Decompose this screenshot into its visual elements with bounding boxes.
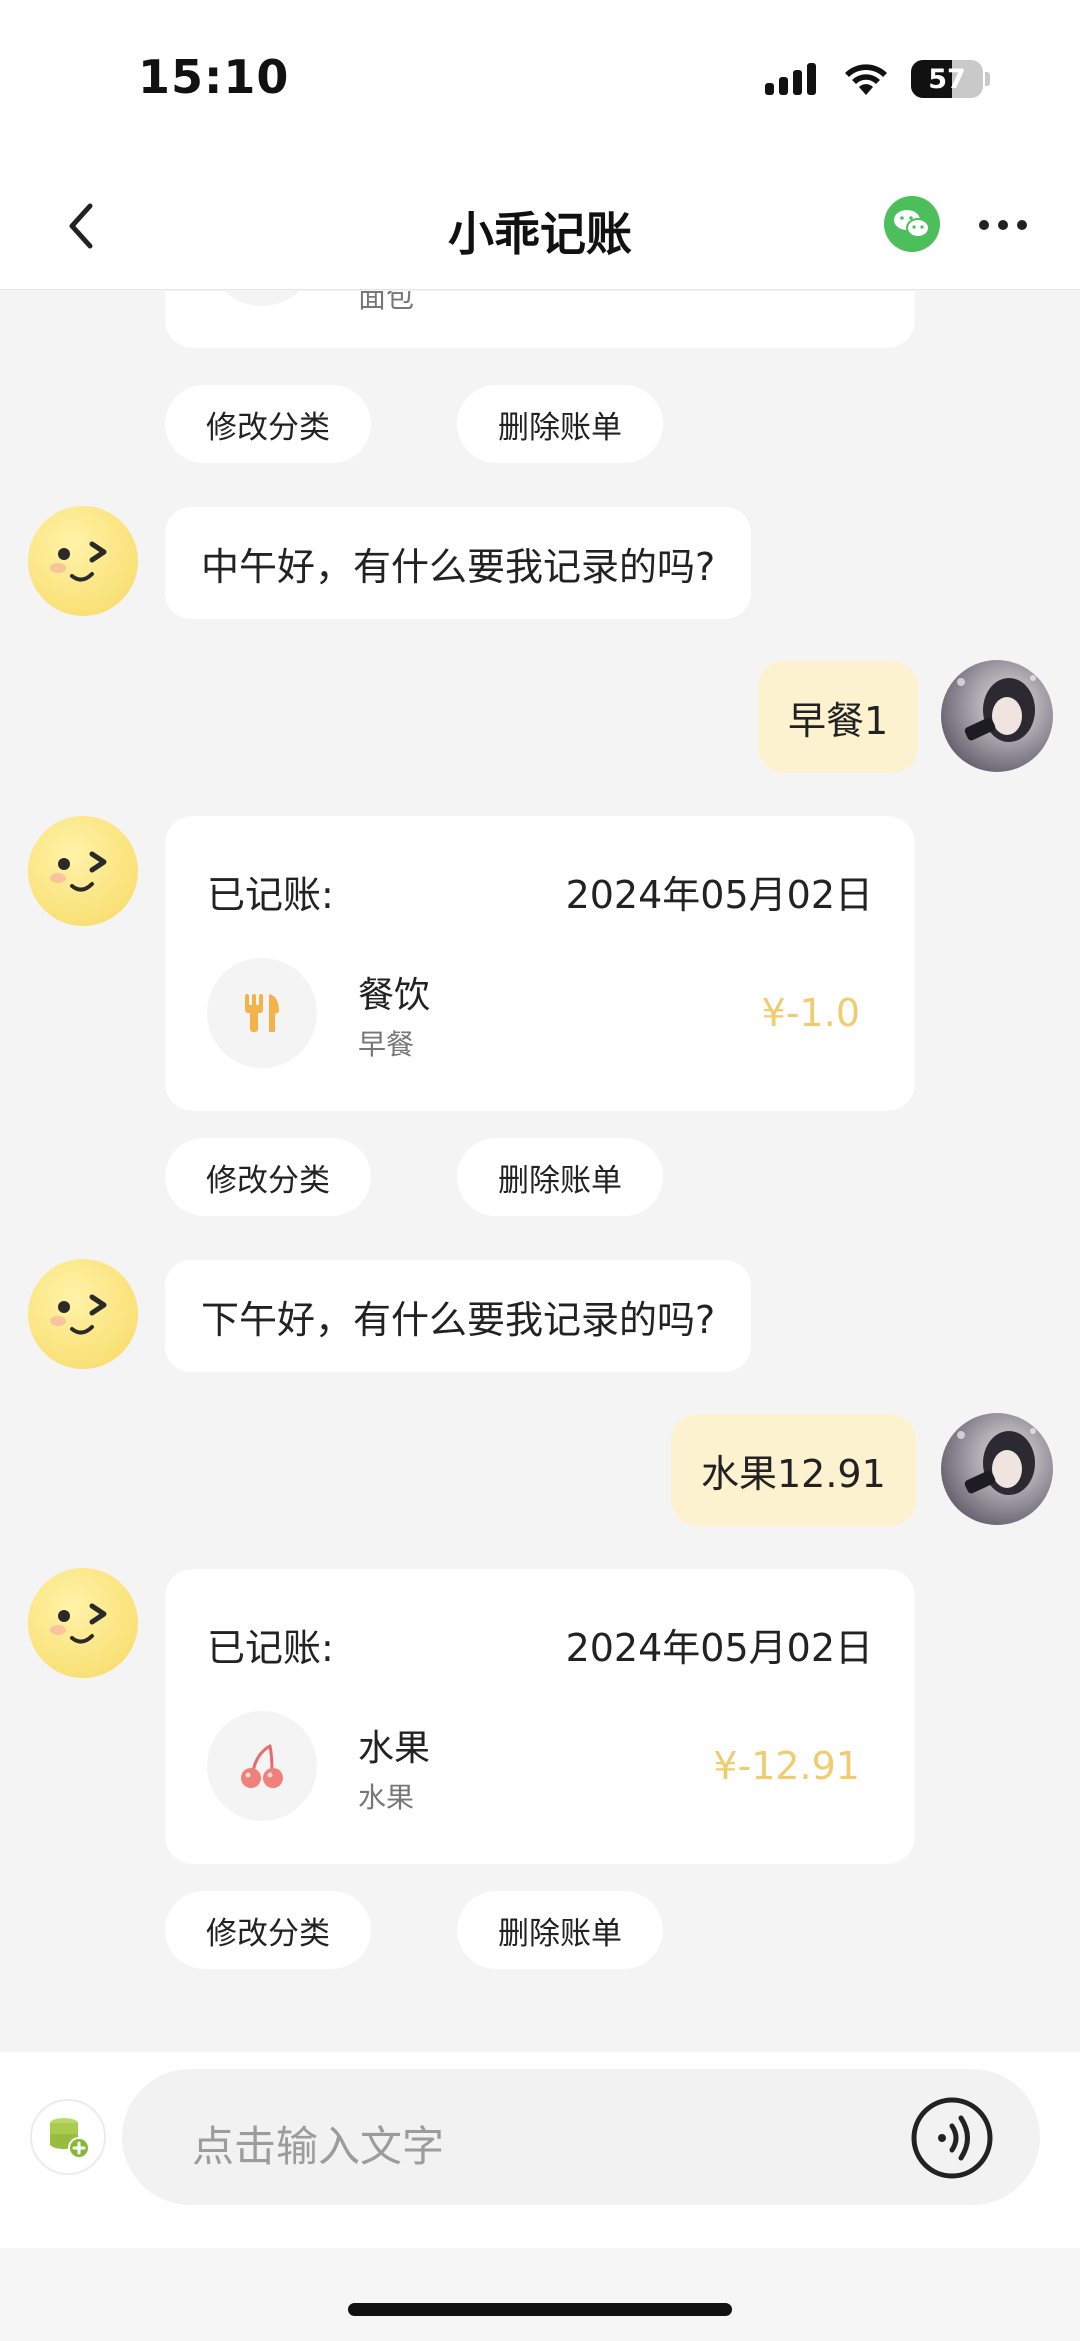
- record-label: 已记账:: [207, 873, 334, 917]
- record-date: 2024年05月02日: [565, 1626, 873, 1670]
- chat-area[interactable]: 面包 修改分类 删除账单 中午好，有什么要我记录的吗? 早餐1 已记账: 202…: [0, 291, 1080, 2051]
- wechat-glyph: [894, 210, 930, 238]
- more-dots-icon[interactable]: [978, 212, 1028, 238]
- record-amount: ¥-12.91: [713, 1744, 860, 1788]
- bot-avatar: [28, 1259, 138, 1369]
- battery-percent: 57: [928, 63, 966, 95]
- record-card-partial: 面包: [165, 291, 915, 348]
- record-category: 水果: [358, 1728, 431, 1769]
- voice-icon[interactable]: [908, 2094, 996, 2182]
- category-icon-circle: [207, 1711, 317, 1821]
- user-message: 水果12.91: [671, 1414, 916, 1526]
- status-time: 15:10: [138, 50, 290, 104]
- edit-category-button[interactable]: 修改分类: [165, 1138, 371, 1216]
- category-icon-circle: [207, 291, 317, 306]
- record-card[interactable]: 已记账: 2024年05月02日 水果 水果 ¥-12.91: [165, 1569, 915, 1864]
- battery-tip: [985, 72, 990, 86]
- record-label: 已记账:: [207, 1626, 334, 1670]
- bot-avatar: [28, 1568, 138, 1678]
- edit-category-button[interactable]: 修改分类: [165, 1891, 371, 1969]
- record-amount: ¥-1.0: [761, 991, 860, 1035]
- database-add-glyph: [50, 2118, 90, 2159]
- input-placeholder: 点击输入文字: [192, 2122, 445, 2171]
- user-message: 早餐1: [758, 661, 919, 773]
- bot-message: 中午好，有什么要我记录的吗?: [165, 507, 752, 619]
- bot-avatar: [28, 506, 138, 616]
- record-subcategory: 面包: [358, 291, 415, 314]
- status-bar: 15:10 57: [0, 0, 1080, 160]
- delete-bill-button[interactable]: 删除账单: [457, 1891, 663, 1969]
- record-subcategory: 水果: [358, 1781, 415, 1814]
- record-card[interactable]: 已记账: 2024年05月02日 餐饮 早餐 ¥-1.0: [165, 816, 915, 1111]
- nav-bar: 小乖记账: [0, 160, 1080, 290]
- delete-bill-button[interactable]: 删除账单: [457, 385, 663, 463]
- user-avatar[interactable]: [941, 1413, 1053, 1525]
- bot-message: 下午好，有什么要我记录的吗?: [165, 1260, 752, 1372]
- wink-face-icon: [50, 1294, 107, 1335]
- wink-face-icon: [50, 1603, 107, 1644]
- record-date: 2024年05月02日: [565, 873, 873, 917]
- bot-avatar: [28, 816, 138, 926]
- bottom-strip: [0, 2248, 1080, 2341]
- cherry-icon: [241, 1744, 283, 1788]
- record-subcategory: 早餐: [358, 1028, 415, 1061]
- avatar-photo: [957, 1428, 1036, 1495]
- signal-icon: [765, 63, 816, 95]
- database-add-icon[interactable]: [30, 2099, 106, 2175]
- status-icons: 57: [765, 56, 990, 102]
- record-category: 餐饮: [358, 975, 431, 1016]
- input-bar: 点击输入文字: [0, 2052, 1080, 2248]
- user-avatar[interactable]: [941, 660, 1053, 772]
- wink-face-icon: [50, 541, 107, 582]
- wink-face-icon: [50, 851, 107, 892]
- text-input[interactable]: 点击输入文字: [122, 2069, 1040, 2205]
- home-indicator: [348, 2303, 732, 2316]
- fork-knife-icon: [245, 994, 279, 1032]
- category-icon-circle: [207, 958, 317, 1068]
- delete-bill-button[interactable]: 删除账单: [457, 1138, 663, 1216]
- wifi-icon: [845, 64, 887, 95]
- avatar-photo: [957, 675, 1036, 742]
- edit-category-button[interactable]: 修改分类: [165, 385, 371, 463]
- battery-icon: 57: [911, 60, 983, 98]
- wechat-icon[interactable]: [884, 196, 940, 252]
